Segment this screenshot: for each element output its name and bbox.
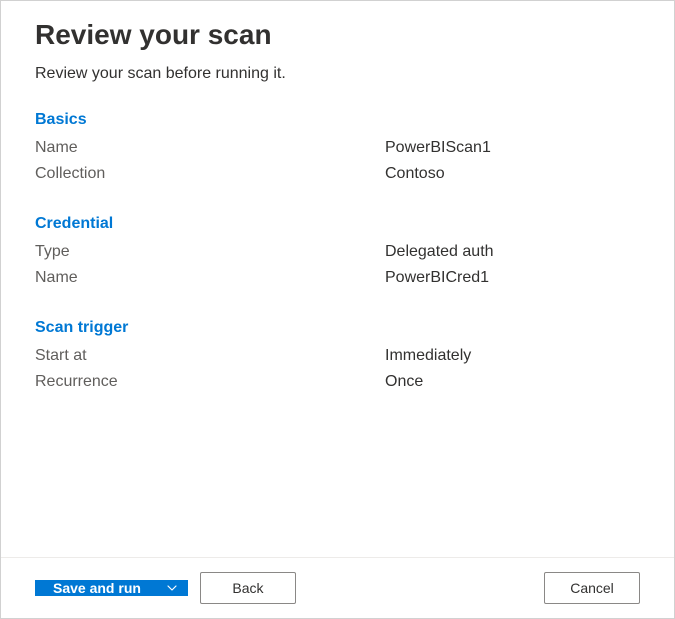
section-credential: Credential Type Delegated auth Name Powe… xyxy=(35,215,640,291)
value-credential-type: Delegated auth xyxy=(385,243,494,261)
page-subtitle: Review your scan before running it. xyxy=(35,65,640,83)
row-recurrence: Recurrence Once xyxy=(35,369,640,395)
label-credential-name: Name xyxy=(35,269,385,287)
row-credential-name: Name PowerBICred1 xyxy=(35,265,640,291)
save-and-run-menu-button[interactable] xyxy=(158,582,188,594)
section-trigger: Scan trigger Start at Immediately Recurr… xyxy=(35,319,640,395)
label-name: Name xyxy=(35,139,385,157)
section-basics: Basics Name PowerBIScan1 Collection Cont… xyxy=(35,111,640,187)
label-start-at: Start at xyxy=(35,347,385,365)
section-header-trigger: Scan trigger xyxy=(35,319,640,337)
row-credential-type: Type Delegated auth xyxy=(35,239,640,265)
section-header-basics: Basics xyxy=(35,111,640,129)
label-credential-type: Type xyxy=(35,243,385,261)
value-recurrence: Once xyxy=(385,373,423,391)
save-and-run-button[interactable]: Save and run xyxy=(35,580,157,596)
back-button[interactable]: Back xyxy=(200,572,296,604)
page-title: Review your scan xyxy=(35,19,640,51)
chevron-down-icon xyxy=(166,582,178,594)
save-run-split-button: Save and run xyxy=(35,580,188,596)
dialog-content: Review your scan Review your scan before… xyxy=(1,1,674,557)
label-collection: Collection xyxy=(35,165,385,183)
cancel-button[interactable]: Cancel xyxy=(544,572,640,604)
value-name: PowerBIScan1 xyxy=(385,139,491,157)
value-start-at: Immediately xyxy=(385,347,471,365)
section-header-credential: Credential xyxy=(35,215,640,233)
row-collection: Collection Contoso xyxy=(35,161,640,187)
row-start-at: Start at Immediately xyxy=(35,343,640,369)
value-collection: Contoso xyxy=(385,165,445,183)
review-scan-dialog: Review your scan Review your scan before… xyxy=(0,0,675,619)
label-recurrence: Recurrence xyxy=(35,373,385,391)
dialog-footer: Save and run Back Cancel xyxy=(1,557,674,618)
row-name: Name PowerBIScan1 xyxy=(35,135,640,161)
value-credential-name: PowerBICred1 xyxy=(385,269,489,287)
